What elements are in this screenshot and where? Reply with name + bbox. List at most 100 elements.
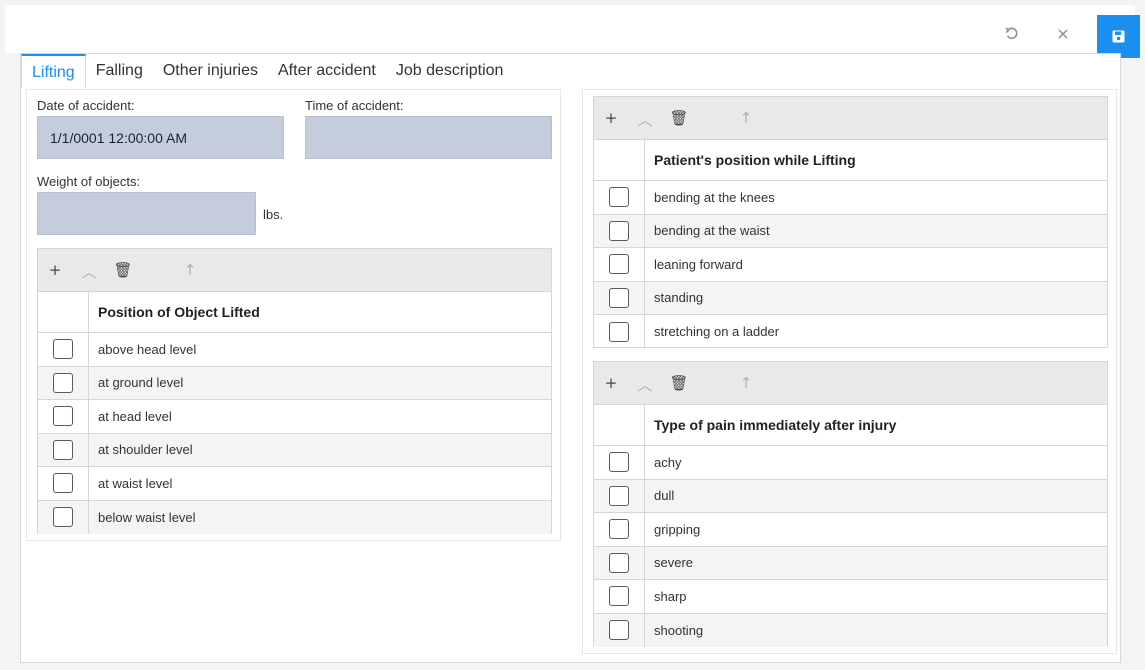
header-check-cell xyxy=(38,292,89,332)
table-row: dull xyxy=(594,479,1107,513)
tab-job-description[interactable]: Job description xyxy=(386,54,514,88)
position-rows: above head level at ground level at head… xyxy=(38,333,551,534)
tab-lifting[interactable]: Lifting xyxy=(21,54,86,88)
move-up-icon[interactable]: ↑ xyxy=(180,261,200,279)
row-checkbox[interactable] xyxy=(609,552,629,573)
undo-button[interactable] xyxy=(990,10,1034,57)
row-label: at ground level xyxy=(98,375,184,391)
grid-header: Position of Object Lifted xyxy=(38,292,551,333)
add-icon[interactable]: + xyxy=(601,374,621,392)
main-panel: Lifting Falling Other injuries After acc… xyxy=(20,53,1121,663)
table-row: at waist level xyxy=(38,467,551,501)
table-row: gripping xyxy=(594,513,1107,547)
add-icon[interactable]: + xyxy=(601,109,621,127)
table-row: at head level xyxy=(38,400,551,434)
position-header: Position of Object Lifted xyxy=(98,304,260,320)
row-label: at waist level xyxy=(98,475,173,491)
row-checkbox[interactable] xyxy=(609,254,629,275)
row-label: bending at the knees xyxy=(654,189,775,205)
row-checkbox[interactable] xyxy=(609,519,629,540)
row-checkbox[interactable] xyxy=(609,485,629,506)
collapse-icon[interactable]: ︿ xyxy=(635,109,655,130)
table-row: shooting xyxy=(594,613,1107,647)
table-row: below waist level xyxy=(38,500,551,534)
pain-type-header: Type of pain immediately after injury xyxy=(654,417,897,433)
row-checkbox[interactable] xyxy=(53,372,73,393)
top-toolbar xyxy=(5,5,1140,58)
collapse-icon[interactable]: ︿ xyxy=(79,261,99,282)
grid-toolbar: + ︿ 🗑 ↑ xyxy=(594,362,1107,405)
row-label: bending at the waist xyxy=(654,223,770,239)
table-row: achy xyxy=(594,446,1107,480)
position-grid: + ︿ 🗑 ↑ Position of Object Lifted above … xyxy=(37,248,552,534)
move-up-icon[interactable]: ↑ xyxy=(736,109,756,127)
pain-type-grid: + ︿ 🗑 ↑ Type of pain immediately after i… xyxy=(593,361,1108,647)
row-checkbox[interactable] xyxy=(53,406,73,427)
tab-strip: Lifting Falling Other injuries After acc… xyxy=(21,54,513,88)
delete-icon[interactable]: 🗑 xyxy=(669,374,689,392)
row-checkbox[interactable] xyxy=(53,439,73,460)
row-label: leaning forward xyxy=(654,256,743,272)
table-row: severe xyxy=(594,546,1107,580)
patient-position-grid: + ︿ 🗑 ↑ Patient's position while Lifting… xyxy=(593,96,1108,349)
table-row: above head level xyxy=(38,333,551,367)
row-label: sharp xyxy=(654,588,687,604)
row-label: standing xyxy=(654,290,704,306)
table-row: standing xyxy=(594,281,1107,315)
time-label: Time of accident: xyxy=(305,98,404,113)
header-check-cell xyxy=(594,405,645,445)
table-row: bending at the waist xyxy=(594,214,1107,248)
grid-toolbar: + ︿ 🗑 ↑ xyxy=(38,249,551,292)
tab-after-accident[interactable]: After accident xyxy=(268,54,386,88)
row-label: at shoulder level xyxy=(98,442,193,458)
row-label: above head level xyxy=(98,341,197,357)
grid-header: Patient's position while Lifting xyxy=(594,140,1107,181)
table-row: stretching on a ladder xyxy=(594,315,1107,349)
row-label: shooting xyxy=(654,622,704,638)
undo-icon xyxy=(1005,26,1018,39)
table-row: at shoulder level xyxy=(38,433,551,467)
row-checkbox[interactable] xyxy=(609,620,629,641)
row-checkbox[interactable] xyxy=(609,220,629,241)
delete-icon[interactable]: 🗑 xyxy=(669,109,689,127)
app-frame: Lifting Falling Other injuries After acc… xyxy=(0,0,1145,670)
row-checkbox[interactable] xyxy=(53,507,73,528)
weight-label: Weight of objects: xyxy=(37,174,141,189)
time-field[interactable] xyxy=(305,116,552,159)
table-row: sharp xyxy=(594,580,1107,614)
date-label: Date of accident: xyxy=(37,98,135,113)
date-field[interactable]: 1/1/0001 12:00:00 AM xyxy=(37,116,284,159)
left-card: Date of accident: 1/1/0001 12:00:00 AM T… xyxy=(26,89,561,541)
right-card: + ︿ 🗑 ↑ Patient's position while Lifting… xyxy=(582,89,1117,654)
row-label: stretching on a ladder xyxy=(654,324,780,340)
row-checkbox[interactable] xyxy=(609,321,629,342)
close-icon xyxy=(1058,28,1068,39)
row-checkbox[interactable] xyxy=(53,339,73,360)
tab-other-injuries[interactable]: Other injuries xyxy=(153,54,268,88)
weight-field[interactable] xyxy=(37,192,256,235)
row-checkbox[interactable] xyxy=(53,473,73,494)
weight-unit: lbs. xyxy=(263,207,284,222)
collapse-icon[interactable]: ︿ xyxy=(635,374,655,395)
add-icon[interactable]: + xyxy=(45,261,65,279)
move-up-icon[interactable]: ↑ xyxy=(736,374,756,392)
table-row: at ground level xyxy=(38,366,551,400)
grid-toolbar: + ︿ 🗑 ↑ xyxy=(594,97,1107,140)
row-label: at head level xyxy=(98,408,172,424)
row-checkbox[interactable] xyxy=(609,187,629,208)
row-checkbox[interactable] xyxy=(609,586,629,607)
row-checkbox[interactable] xyxy=(609,287,629,308)
header-check-cell xyxy=(594,140,645,180)
delete-icon[interactable]: 🗑 xyxy=(113,261,133,279)
save-button[interactable] xyxy=(1097,15,1140,58)
row-checkbox[interactable] xyxy=(609,452,629,473)
close-button[interactable] xyxy=(1041,10,1085,57)
grid-header: Type of pain immediately after injury xyxy=(594,405,1107,446)
row-label: dull xyxy=(654,488,675,504)
row-label: gripping xyxy=(654,521,701,537)
save-icon xyxy=(1112,30,1125,43)
tab-falling[interactable]: Falling xyxy=(86,54,153,88)
patient-position-header: Patient's position while Lifting xyxy=(654,152,856,168)
row-label: achy xyxy=(654,454,682,470)
table-row: leaning forward xyxy=(594,248,1107,282)
